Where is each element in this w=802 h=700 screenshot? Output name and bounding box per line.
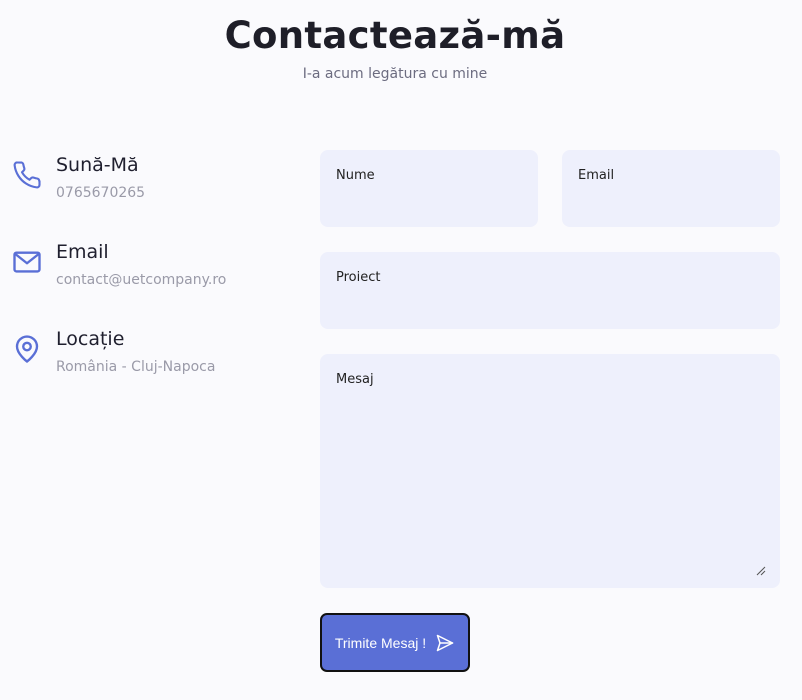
phone-title: Sună-Mă: [56, 154, 139, 176]
mail-icon: [12, 247, 44, 279]
submit-button[interactable]: Trimite Mesaj !: [320, 613, 470, 672]
phone-number[interactable]: 0765670265: [56, 185, 145, 201]
name-field-label: Nume: [336, 168, 375, 183]
page-subtitle: I-a acum legătura cu mine: [302, 66, 488, 82]
contact-info-location: Locație România - Cluj-Napoca: [12, 328, 302, 398]
email-title: Email: [56, 241, 109, 263]
phone-icon: [12, 160, 44, 192]
email-field-label: Email: [578, 168, 615, 183]
send-icon: [436, 634, 454, 651]
contact-info-phone: Sună-Mă 0765670265: [12, 154, 302, 224]
message-field-label: Mesaj: [336, 372, 374, 387]
location-title: Locație: [56, 328, 125, 350]
resize-handle-icon[interactable]: [756, 566, 766, 576]
project-field[interactable]: Proiect: [320, 252, 780, 329]
location-text: România - Cluj-Napoca: [56, 359, 216, 375]
email-address[interactable]: contact@uetcompany.ro: [56, 272, 226, 288]
submit-button-label: Trimite Mesaj !: [334, 634, 427, 651]
map-pin-icon: [12, 334, 44, 366]
project-field-label: Proiect: [336, 270, 381, 285]
name-field[interactable]: Nume: [320, 150, 538, 227]
message-textarea[interactable]: Mesaj: [320, 354, 780, 588]
page-title: Contactează-mă: [224, 14, 566, 57]
contact-info-email: Email contact@uetcompany.ro: [12, 241, 302, 311]
email-field[interactable]: Email: [562, 150, 780, 227]
